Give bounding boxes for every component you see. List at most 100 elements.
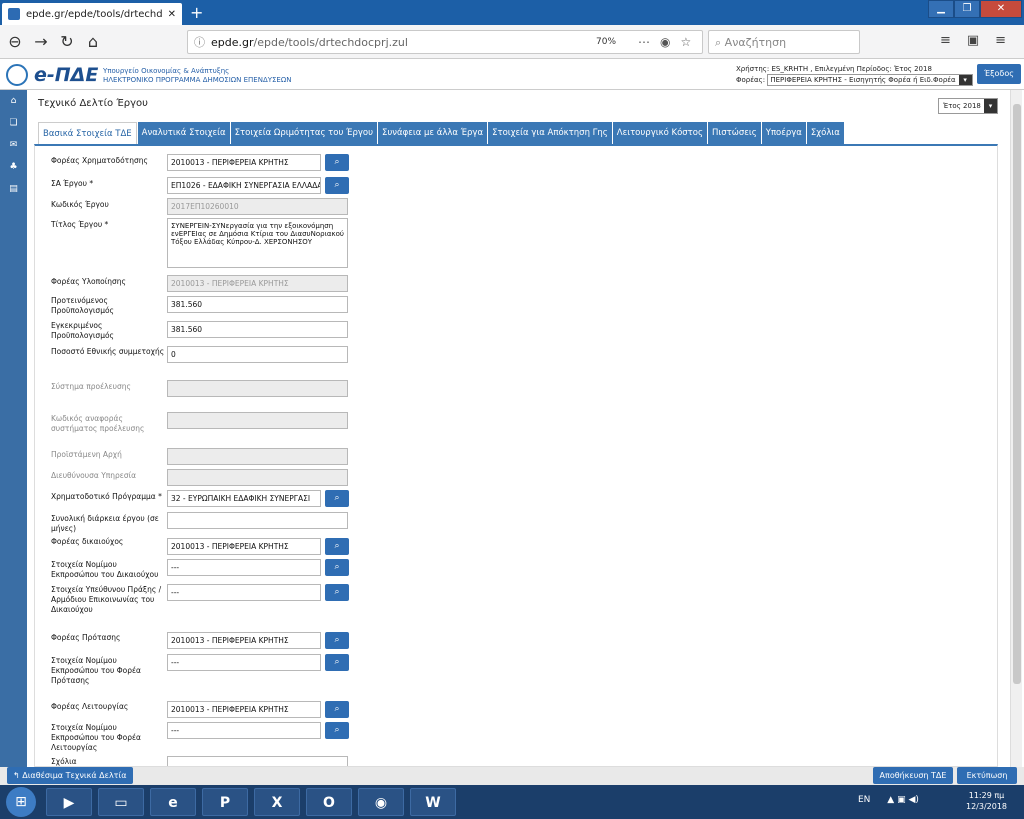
print-button[interactable]: Εκτύπωση (957, 767, 1017, 784)
comments-field[interactable] (167, 756, 348, 766)
search-button[interactable]: ⌕ (325, 584, 349, 601)
search-button[interactable]: ⌕ (325, 559, 349, 576)
excel-icon[interactable]: X (254, 788, 300, 816)
operating-body-field[interactable]: 2010013 - ΠΕΡΙΦΕΡΕΙΑ ΚΡΗΤΗΣ (167, 701, 321, 718)
available-sheets-button[interactable]: ↰ Διαθέσιμα Τεχνικά Δελτία (7, 767, 133, 784)
scrollbar-thumb[interactable] (1013, 104, 1021, 684)
directing-service-field (167, 469, 348, 486)
page-scrollbar[interactable] (1010, 90, 1022, 767)
funding-body-field[interactable]: 2010013 - ΠΕΡΙΦΕΡΕΙΑ ΚΡΗΤΗΣ (167, 154, 321, 171)
browser-tab-title: epde.gr/epde/tools/drtechdoc (26, 8, 162, 20)
comments-icon[interactable]: ✉ (0, 134, 27, 156)
proposed-budget-label-2: Προϋπολογισμός (51, 306, 114, 315)
word-icon[interactable]: W (410, 788, 456, 816)
search-button[interactable]: ⌕ (325, 722, 349, 739)
beneficiary-body-field[interactable]: 2010013 - ΠΕΡΙΦΕΡΕΙΑ ΚΡΗΤΗΣ (167, 538, 321, 555)
proposed-budget-field[interactable]: 381.560 (167, 296, 348, 313)
tab-maturity[interactable]: Στοιχεία Ωριμότητας του Έργου (230, 122, 377, 144)
browser-tab-bar: epde.gr/epde/tools/drtechdoc ✕ + ▁ ❐ ✕ (0, 0, 1024, 25)
zoom-level[interactable]: 70% (596, 37, 616, 47)
address-bar[interactable]: ⓘ epde.gr/epde/tools/drtechdocprj.zul 70… (187, 30, 703, 54)
page-actions-icon[interactable]: ⋯◉☆ (638, 35, 701, 49)
powerpoint-icon[interactable]: P (202, 788, 248, 816)
tray-icons[interactable]: ▲ ▣ ◀) (887, 795, 919, 805)
approved-budget-field[interactable]: 381.560 (167, 321, 348, 338)
sa-project-field[interactable]: ΕΠ1026 - ΕΔΑΦΙΚΗ ΣΥΝΕΡΓΑΣΙΑ ΕΛΛΑΔΑ (167, 177, 321, 194)
firefox-icon[interactable]: ◉ (358, 788, 404, 816)
tab-land[interactable]: Στοιχεία για Απόκτηση Γης (488, 122, 612, 144)
home-icon[interactable]: ⌂ (80, 32, 106, 51)
source-system-label: Σύστημα προέλευσης (51, 382, 131, 391)
forea-select[interactable]: ΠΕΡΙΦΕΡΕΙΑ ΚΡΗΤΗΣ - Εισηγητής Φορέα ή Ει… (767, 74, 973, 86)
tab-relevance[interactable]: Συνάφεια με άλλα Έργα (378, 122, 488, 144)
responsible-person-label: Στοιχεία Υπεύθυνου Πράξης / Αρμόδιου Επικ… (51, 585, 161, 615)
responsible-person-label-1: Στοιχεία Υπεύθυνου Πράξης / (51, 585, 162, 594)
proposing-legal-rep-label-3: Πρότασης (51, 676, 90, 685)
internet-explorer-icon[interactable]: e (150, 788, 196, 816)
browser-tab[interactable]: epde.gr/epde/tools/drtechdoc ✕ (2, 3, 182, 25)
search-input[interactable]: ⌕ Αναζήτηση (708, 30, 860, 54)
operating-legal-rep-field[interactable]: --- (167, 722, 321, 739)
language-indicator[interactable]: EN (858, 795, 870, 805)
search-button[interactable]: ⌕ (325, 632, 349, 649)
back-arrow-icon[interactable]: ⊖ (2, 32, 28, 51)
implementing-body-label: Φορέας Υλοποίησης (51, 277, 126, 286)
forward-arrow-icon[interactable]: → (28, 32, 54, 51)
maximize-button[interactable]: ❐ (954, 0, 980, 18)
browser-navigation-bar: ⊖ → ↻ ⌂ ⓘ epde.gr/epde/tools/drtechdocpr… (0, 25, 1024, 59)
new-tab-button[interactable]: + (182, 3, 211, 25)
site-info-icon[interactable]: ⓘ (194, 34, 205, 50)
beneficiary-legal-rep-field[interactable]: --- (167, 559, 321, 576)
toolbar-icons[interactable]: ≡▣≡ (940, 33, 1022, 48)
media-player-icon[interactable]: ▶ (46, 788, 92, 816)
funding-body-label: Φορέας Χρηματοδότησης (51, 156, 148, 165)
search-button[interactable]: ⌕ (325, 538, 349, 555)
search-button[interactable]: ⌕ (325, 654, 349, 671)
national-share-field[interactable]: 0 (167, 346, 348, 363)
year-select[interactable]: Έτος 2018 ▾ (938, 98, 998, 114)
funding-program-field[interactable]: 32 - ΕΥΡΩΠΑΙΚΗ ΕΔΑΦΙΚΗ ΣΥΝΕΡΓΑΣΙ (167, 490, 321, 507)
tab-subprojects[interactable]: Υποέργα (761, 122, 806, 144)
left-sidebar: ⌂ ❏ ✉ ♣ ▤ (0, 90, 27, 767)
forea-value: ΠΕΡΙΦΕΡΕΙΑ ΚΡΗΤΗΣ - Εισηγητής Φορέα ή Ει… (770, 76, 956, 84)
proposing-legal-rep-label: Στοιχεία Νομίμου Εκπροσώπου του Φορέα Πρότ… (51, 656, 141, 686)
project-code-field: 2017ΕΠ10260010 (167, 198, 348, 215)
proposing-legal-rep-field[interactable]: --- (167, 654, 321, 671)
project-title-textarea[interactable]: ΣΥΝΕΡΓΕΙΝ-ΣΥΝεργασία για την εξοικονόμησ… (167, 218, 348, 268)
taskbar-clock[interactable]: 11:29 πμ 12/3/2018 (966, 790, 1007, 812)
file-explorer-icon[interactable]: ▭ (98, 788, 144, 816)
search-button[interactable]: ⌕ (325, 701, 349, 718)
documents-icon[interactable]: ❏ (0, 112, 27, 134)
page-title: Τεχνικό Δελτίο Έργου (38, 98, 148, 109)
search-button[interactable]: ⌕ (325, 154, 349, 171)
responsible-person-label-2: Αρμόδιου Επικοινωνίας του (51, 595, 155, 604)
responsible-person-field[interactable]: --- (167, 584, 321, 601)
approved-budget-label: Εγκεκριμένος Προϋπολογισμός (51, 321, 114, 341)
proposing-body-field[interactable]: 2010013 - ΠΕΡΙΦΕΡΕΙΑ ΚΡΗΤΗΣ (167, 632, 321, 649)
operating-legal-rep-label-2: Εκπροσώπου του Φορέα (51, 733, 141, 742)
exit-button[interactable]: Έξοδος (977, 64, 1021, 84)
search-button[interactable]: ⌕ (325, 490, 349, 507)
start-button[interactable]: ⊞ (6, 787, 36, 817)
reload-icon[interactable]: ↻ (54, 32, 80, 51)
search-icon: ⌕ (334, 635, 340, 645)
duration-field[interactable] (167, 512, 348, 529)
close-window-button[interactable]: ✕ (980, 0, 1022, 18)
print-icon[interactable]: ▤ (0, 178, 27, 200)
search-icon: ⌕ (334, 541, 340, 551)
tab-comments[interactable]: Σχόλια (806, 122, 844, 144)
project-title-label: Τίτλος Έργου * (51, 220, 109, 229)
tab-basic[interactable]: Βασικά Στοιχεία ΤΔΕ (38, 122, 137, 144)
close-tab-icon[interactable]: ✕ (168, 9, 176, 20)
save-button[interactable]: Αποθήκευση ΤΔΕ (873, 767, 953, 784)
tab-analytic[interactable]: Αναλυτικά Στοιχεία (137, 122, 230, 144)
home-icon[interactable]: ⌂ (0, 90, 27, 112)
hierarchy-icon[interactable]: ♣ (0, 156, 27, 178)
tab-operating-cost[interactable]: Λειτουργικό Κόστος (612, 122, 707, 144)
minimize-button[interactable]: ▁ (928, 0, 954, 18)
source-ref-code-label-1: Κωδικός αναφοράς (51, 414, 123, 423)
available-sheets-label: Διαθέσιμα Τεχνικά Δελτία (22, 771, 127, 780)
outlook-icon[interactable]: O (306, 788, 352, 816)
tab-credits[interactable]: Πιστώσεις (708, 122, 761, 144)
search-button[interactable]: ⌕ (325, 177, 349, 194)
